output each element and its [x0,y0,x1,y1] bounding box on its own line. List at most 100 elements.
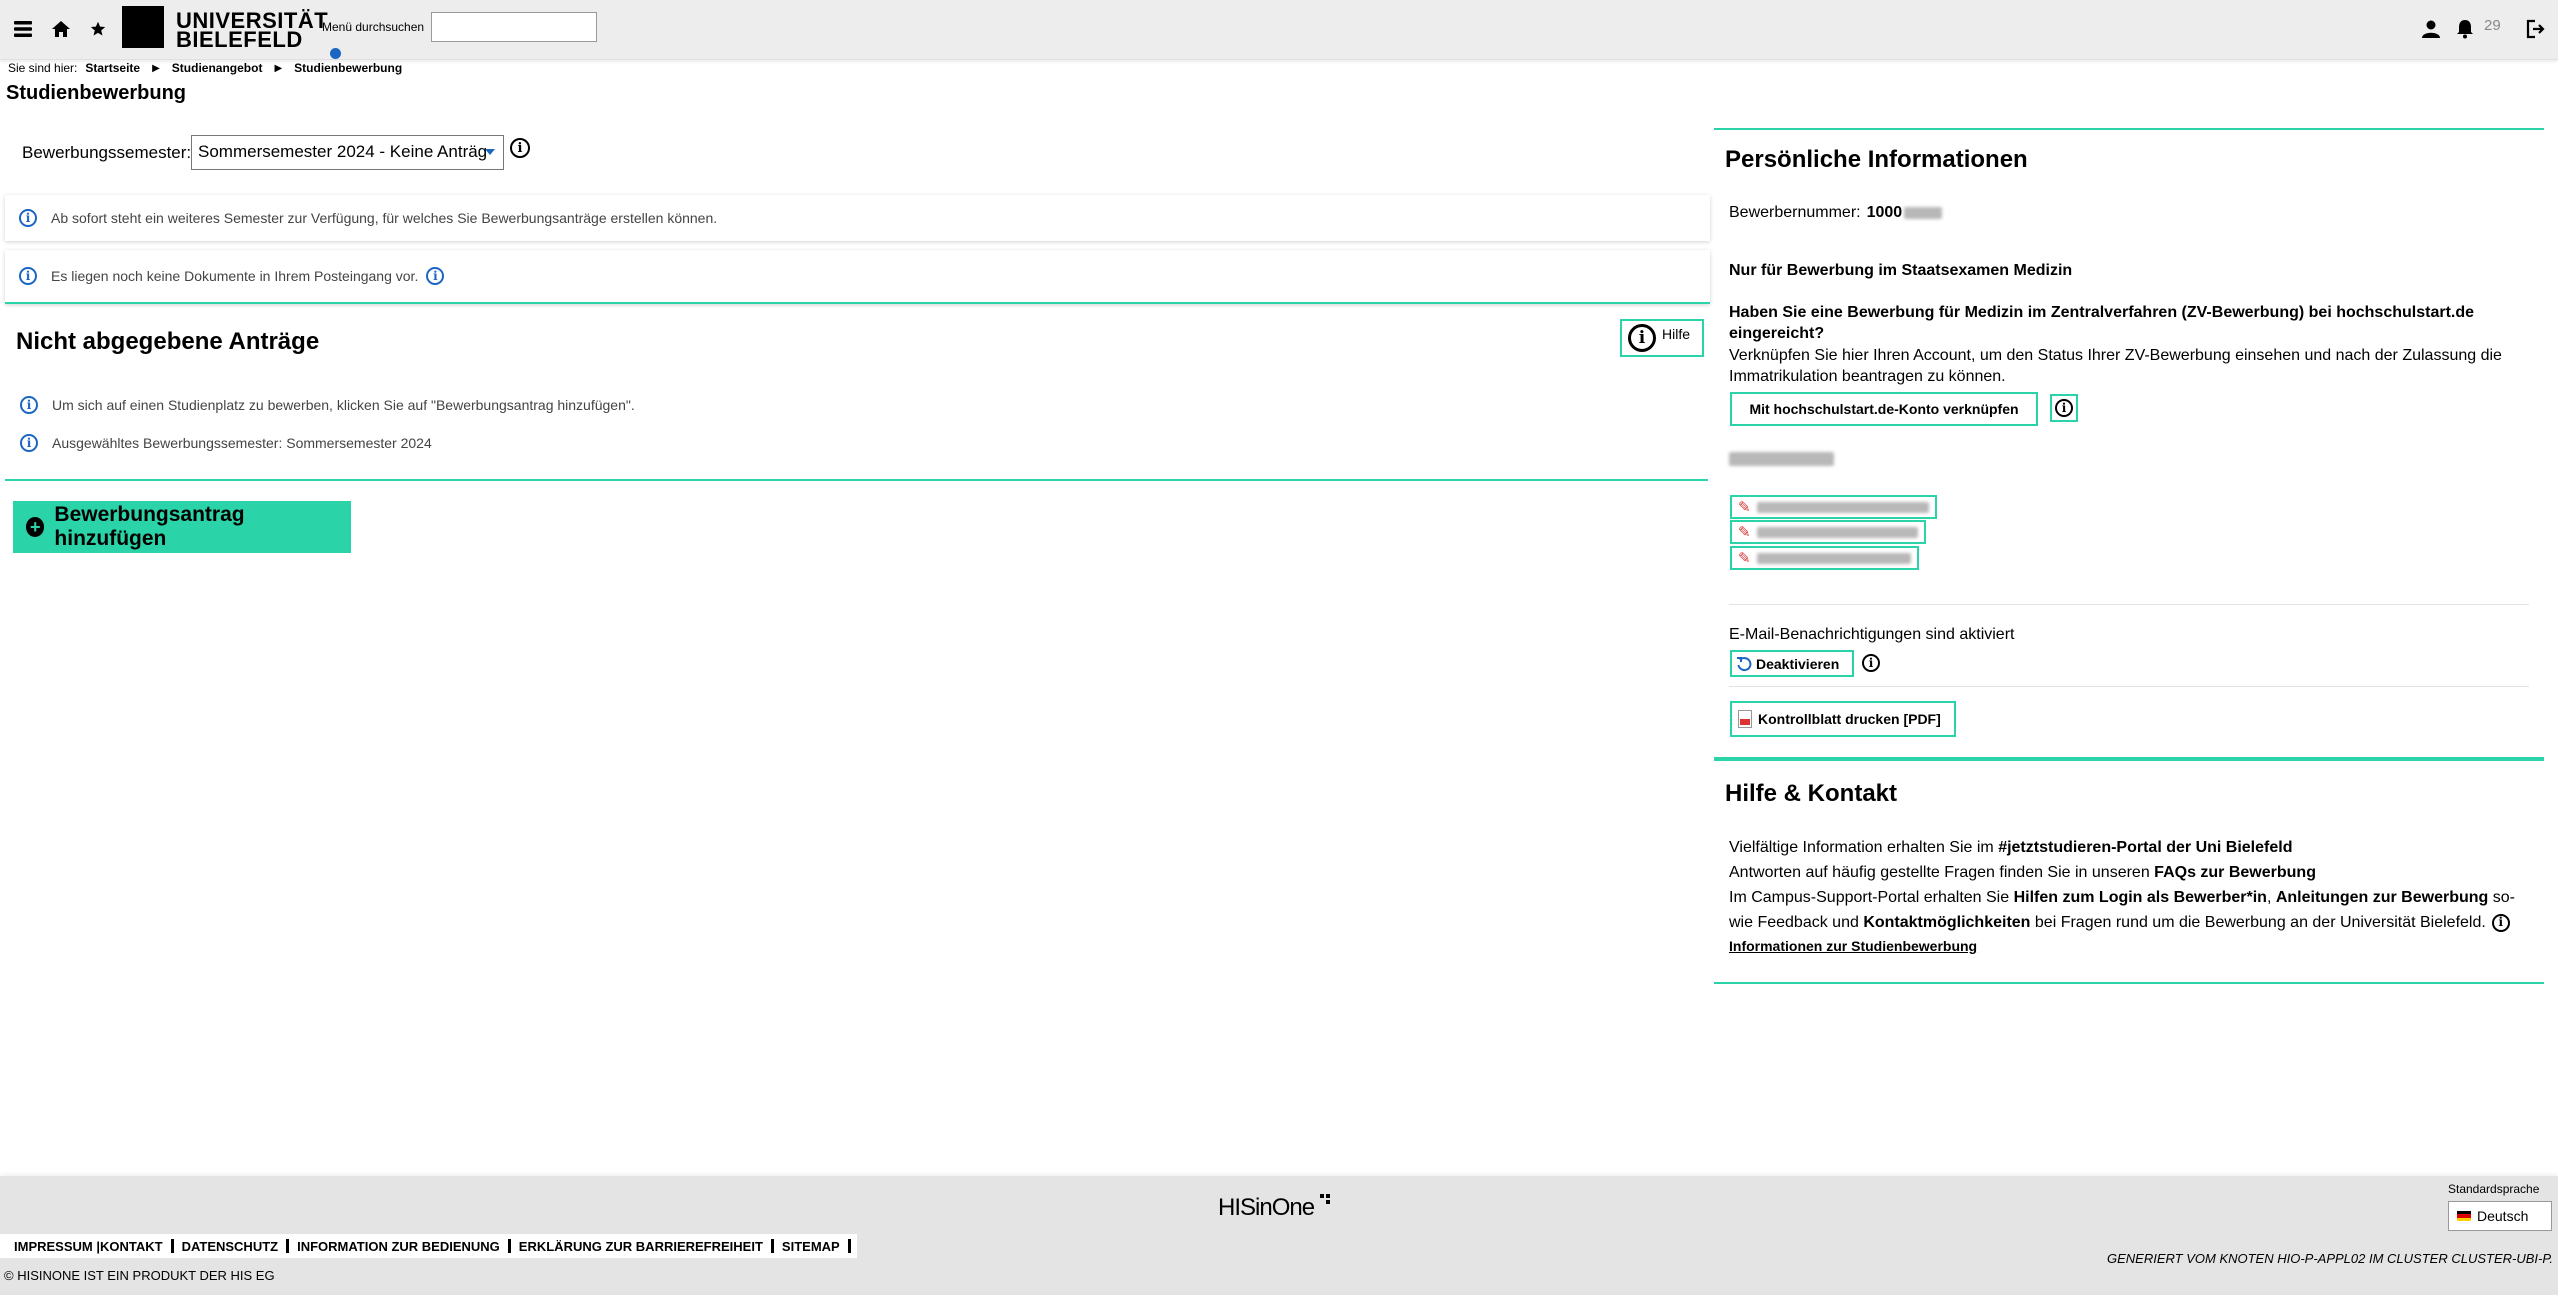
info-text-no-documents: Es liegen noch keine Dokumente in Ihrem … [51,268,419,284]
generated-node-text: GENERIERT VOM KNOTEN HIO-P-APPL02 IM CLU… [2107,1251,2553,1266]
pdf-icon [1738,710,1752,728]
semester-info-icon[interactable]: i [510,138,530,158]
breadcrumb-item-current[interactable]: Studienbewerbung [294,61,402,75]
semester-label: Bewerbungssemester: [22,143,192,162]
divider [847,1239,851,1253]
page-title: Studienbewerbung [6,82,186,104]
language-selector[interactable]: Deutsch [2448,1201,2552,1231]
deactivate-button[interactable]: Deaktivieren [1730,650,1854,677]
deactivate-label: Deaktivieren [1756,655,1840,672]
bell-icon[interactable] [2452,16,2478,42]
personal-info-heading: Persönliche Informationen [1725,146,2028,173]
menu-search-label: Menü durchsuchen [322,20,425,34]
redacted-value [1756,501,1929,513]
chevron-down-icon [485,149,495,155]
breadcrumb-item-startseite[interactable]: Startseite [85,61,140,75]
logout-icon[interactable] [2523,16,2549,42]
redacted-value [1729,452,1834,466]
help-line3-text: Im Campus-Support-Portal erhalten Sie [1729,889,2014,906]
documents-info-icon[interactable]: i [426,267,445,285]
language-label: Standardsprache [2448,1182,2540,1196]
edit-email-button[interactable]: ✎ [1730,520,1926,544]
print-control-sheet-button[interactable]: Kontrollblatt drucken [PDF] [1730,701,1956,737]
breadcrumb-prefix: Sie sind hier: [8,61,78,75]
pencil-icon: ✎ [1738,523,1751,541]
chevron-right-icon: ▶ [274,62,283,74]
divider [1714,982,2544,984]
zv-text: Verknüpfen Sie hier Ihren Account, um de… [1729,347,2502,385]
help-button-label: Hilfe [1662,326,1691,342]
list-item: i Um sich auf einen Studienplatz zu bewe… [20,396,635,414]
cursor-marker-icon [330,48,341,59]
info-icon: i [19,267,37,285]
redacted-value [1756,526,1918,538]
plus-circle-icon: + [26,517,45,537]
footer-link-impressum[interactable]: IMPRESSUM |KONTAKT [6,1239,171,1254]
deactivate-info-icon[interactable]: i [1862,654,1880,672]
undo-icon [1737,656,1752,671]
hint-add-application: Um sich auf einen Studienplatz zu bewerb… [52,397,635,413]
medizin-heading: Nur für Bewerbung im Staatsexamen Medizi… [1729,262,2073,279]
list-item: i Ausgewähltes Bewerbungssemester: Somme… [20,434,432,452]
star-icon[interactable] [85,16,111,42]
applicant-number-label: Bewerbernummer: [1729,204,1861,221]
info-message-new-semester: i Ab sofort steht ein weiteres Semester … [5,195,1710,241]
menu-search-input[interactable] [431,12,597,42]
jetztstudieren-link[interactable]: #jetztstudieren-Portal der Uni Bielefeld [1998,839,2292,856]
info-text-new-semester: Ab sofort steht ein weiteres Semester zu… [51,210,718,226]
footer-link-bedienung[interactable]: INFORMATION ZUR BEDIENUNG [289,1239,508,1254]
email-notification-status: E-Mail-Benachrichtigungen sind aktiviert [1729,626,2015,643]
print-control-sheet-label: Kontrollblatt drucken [PDF] [1758,711,1941,727]
help-button[interactable]: i Hilfe [1620,319,1704,357]
user-icon[interactable] [2418,16,2444,42]
link-info-button[interactable]: i [2050,394,2078,422]
divider [5,479,1708,481]
breadcrumb-item-studienangebot[interactable]: Studienangebot [172,61,263,75]
divider [1714,757,2544,761]
login-help-link[interactable]: Hilfen zum Login als Bewerber*in [2014,889,2267,906]
semester-selected-value: Sommersemester 2024 - Keine Anträg [198,142,488,161]
notification-count: 29 [2484,17,2501,34]
chevron-right-icon: ▶ [152,62,160,74]
application-info-link[interactable]: Informationen zur Studienbewerbung [1729,938,1977,954]
applicant-number: Bewerbernummer: 1000 [1729,204,1943,222]
help-line3-end: bei Fragen rund um die Bewerbung an der … [2030,914,2486,931]
divider [1714,128,2544,130]
info-icon: i [2055,399,2073,417]
info-icon: i [20,434,38,452]
info-icon: i [19,209,37,227]
top-bar: UNIVERSITÄT BIELEFELD Menü durchsuchen 2… [0,0,2558,60]
edit-phone-button[interactable]: ✎ [1730,546,1919,570]
add-application-label: Bewerbungsantrag hinzufügen [54,503,245,550]
german-flag-icon [2457,1211,2471,1221]
help-line3-separator: , [2266,889,2276,906]
redacted-address [1729,452,1834,471]
breadcrumb: Sie sind hier: Startseite ▶ Studienangeb… [8,61,402,75]
pencil-icon: ✎ [1738,498,1751,516]
hisinone-logo-text: HISinOne [1218,1194,1315,1221]
link-hochschulstart-button[interactable]: Mit hochschulstart.de-Konto verknüpfen [1730,392,2038,426]
divider [1729,604,2529,605]
university-logo-mark[interactable] [122,6,164,48]
help-info-icon[interactable]: i [2491,913,2510,932]
footer-link-barrierefreiheit[interactable]: ERKLÄRUNG ZUR BARRIEREFREIHEIT [511,1239,771,1254]
application-guides-link[interactable]: Anleitungen zur Bewerbung [2276,889,2488,906]
home-icon[interactable] [48,16,74,42]
help-line1-text: Vielfältige Information erhalten Sie im [1729,839,1999,856]
footer-link-sitemap[interactable]: SITEMAP [774,1239,848,1254]
contact-options-link[interactable]: Kontaktmöglichkeiten [1863,914,2030,931]
faq-link[interactable]: FAQs zur Bewerbung [2154,864,2316,881]
info-icon: i [1628,324,1656,352]
hint-selected-semester: Ausgewähltes Bewerbungssemester: Sommers… [52,435,432,451]
applications-heading: Nicht abgegebene Anträge [16,328,320,355]
pencil-icon: ✎ [1738,549,1751,567]
footer-link-datenschutz[interactable]: DATENSCHUTZ [174,1239,287,1254]
semester-select[interactable]: Sommersemester 2024 - Keine Anträg [191,135,504,170]
menu-icon[interactable] [10,16,36,42]
add-application-button[interactable]: + Bewerbungsantrag hinzufügen [13,501,351,553]
edit-address-button[interactable]: ✎ [1730,495,1937,519]
hisinone-logo[interactable]: HISinOne [1218,1194,1332,1222]
university-logo-text[interactable]: UNIVERSITÄT BIELEFELD [176,10,328,51]
logo-dots-icon [1316,1194,1332,1214]
redacted-value [1904,207,1943,219]
